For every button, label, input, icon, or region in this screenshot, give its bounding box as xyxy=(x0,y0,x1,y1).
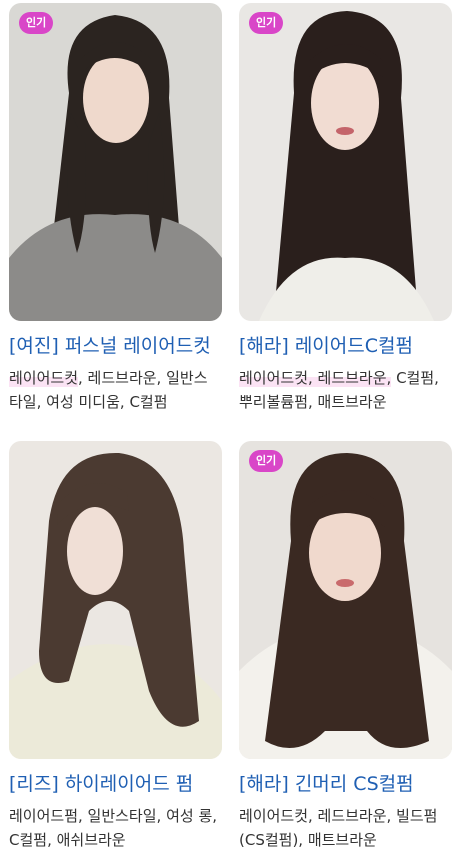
popular-badge: 인기 xyxy=(249,450,284,472)
style-card[interactable]: [리즈] 하이레이어드 펌 레이어드펌, 일반스타일, 여성 롱, C컬펌, 애… xyxy=(9,441,222,852)
popular-badge: 인기 xyxy=(19,12,54,34)
popular-badge: 인기 xyxy=(249,12,284,34)
portrait-image xyxy=(239,441,452,759)
style-tags: 레이어드펌, 일반스타일, 여성 롱, C컬펌, 애쉬브라운 xyxy=(9,804,219,852)
portrait-image xyxy=(9,441,222,759)
style-card[interactable]: 인기 [여진] 퍼스널 레이어드컷 레이어드컷, 레드브라운, 일반스타일, 여… xyxy=(9,3,222,414)
style-thumbnail[interactable]: 인기 xyxy=(239,3,452,321)
style-thumbnail[interactable]: 인기 xyxy=(239,441,452,759)
tags-highlight: 레이어드컷, 레드브라운, xyxy=(239,369,392,387)
style-thumbnail[interactable] xyxy=(9,441,222,759)
tags-text: 레이어드컷, 레드브라운, 빌드펌(CS컬펌), 매트브라운 xyxy=(239,807,438,849)
style-thumbnail[interactable]: 인기 xyxy=(9,3,222,321)
style-card[interactable]: 인기 [해라] 레이어드C컬펌 레이어드컷, 레드브라운, C컬펌, 뿌리볼륨펌… xyxy=(239,3,452,414)
tags-text: 레이어드펌, 일반스타일, 여성 롱, C컬펌, 애쉬브라운 xyxy=(9,807,218,849)
portrait-image xyxy=(9,3,222,321)
style-card[interactable]: 인기 [해라] 긴머리 CS컬펌 레이어드컷, 레드브라운, 빌드펌(CS컬펌)… xyxy=(239,441,452,852)
style-grid: 인기 [여진] 퍼스널 레이어드컷 레이어드컷, 레드브라운, 일반스타일, 여… xyxy=(0,0,461,865)
style-title[interactable]: [해라] 레이어드C컬펌 xyxy=(239,333,449,359)
style-tags: 레이어드컷, 레드브라운, 일반스타일, 여성 미디움, C컬펌 xyxy=(9,366,219,414)
style-title[interactable]: [리즈] 하이레이어드 펌 xyxy=(9,771,219,797)
portrait-image xyxy=(239,3,452,321)
style-title[interactable]: [여진] 퍼스널 레이어드컷 xyxy=(9,333,219,359)
style-tags: 레이어드컷, 레드브라운, C컬펌, 뿌리볼륨펌, 매트브라운 xyxy=(239,366,449,414)
style-tags: 레이어드컷, 레드브라운, 빌드펌(CS컬펌), 매트브라운 xyxy=(239,804,449,852)
style-title[interactable]: [해라] 긴머리 CS컬펌 xyxy=(239,771,449,797)
tags-highlight: 레이어드컷 xyxy=(9,369,79,387)
